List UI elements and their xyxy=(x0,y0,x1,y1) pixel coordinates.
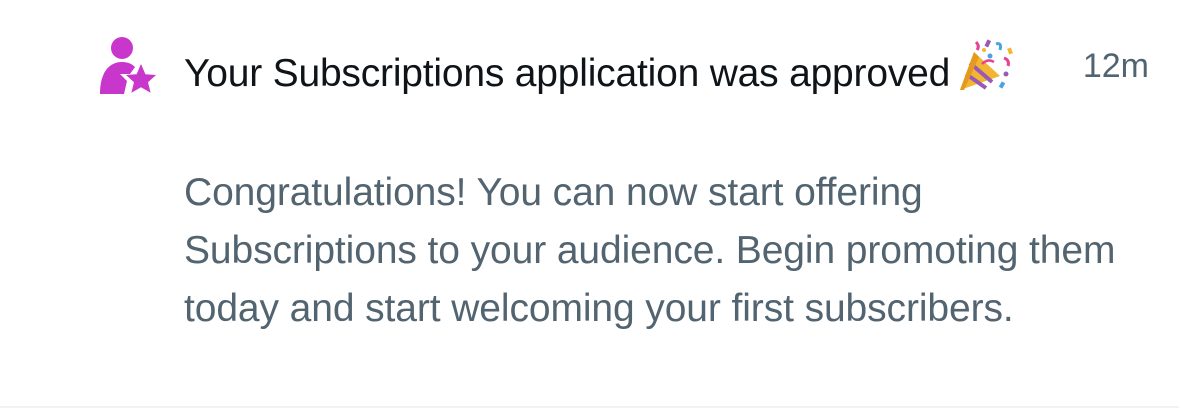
divider xyxy=(0,406,1179,408)
subscriptions-person-star-icon xyxy=(94,34,158,98)
notification-item[interactable]: Your Subscriptions application was appro… xyxy=(0,0,1179,408)
notification-title-text: Your Subscriptions application was appro… xyxy=(184,52,951,95)
party-popper-icon xyxy=(956,38,1016,92)
notification-title: Your Subscriptions application was appro… xyxy=(184,38,1024,102)
notification-body: Congratulations! You can now start offer… xyxy=(184,171,1116,330)
notification-timestamp: 12m xyxy=(1082,47,1149,85)
